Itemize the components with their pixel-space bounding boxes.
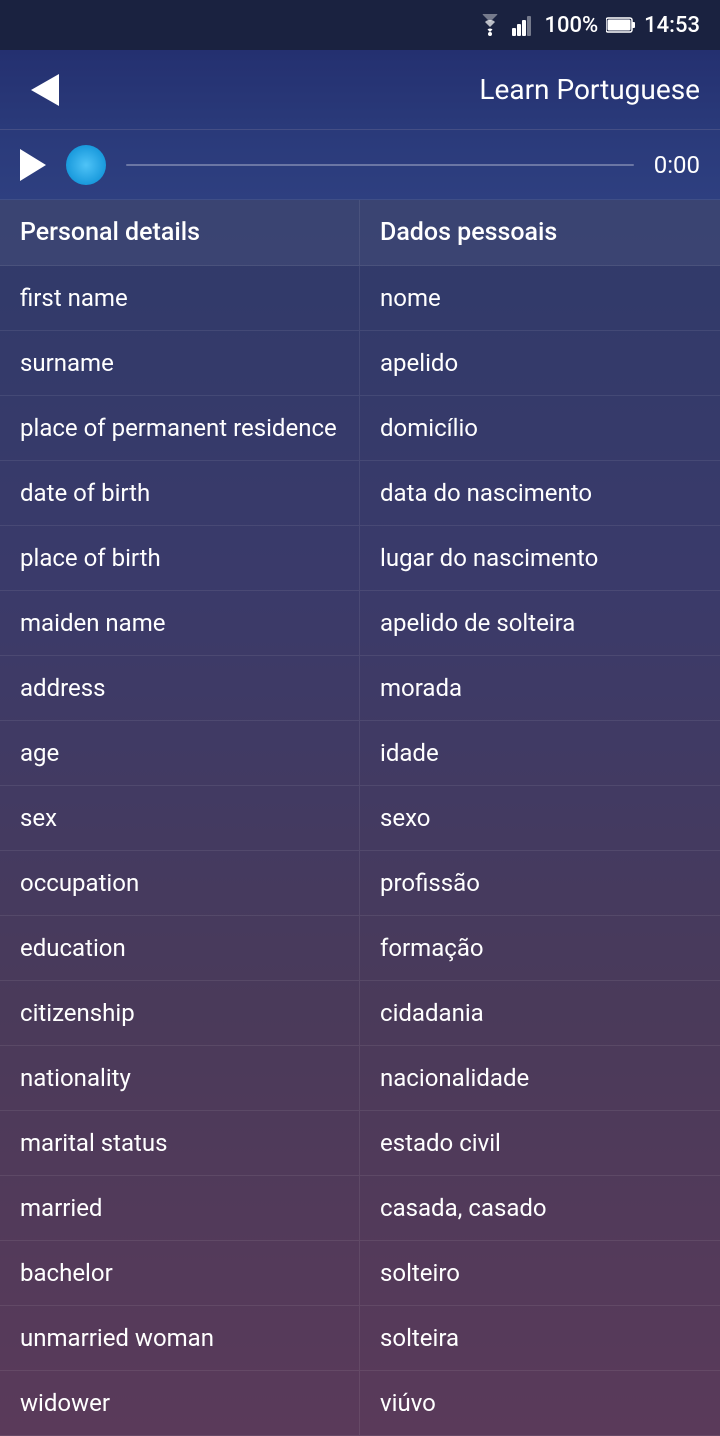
- vocab-row[interactable]: widowerviúvo: [0, 1371, 720, 1436]
- wifi-icon: [476, 14, 504, 36]
- vocab-english: sex: [0, 786, 360, 850]
- vocab-portuguese: lugar do nascimento: [360, 526, 720, 590]
- vocab-english: marital status: [0, 1111, 360, 1175]
- vocab-english: occupation: [0, 851, 360, 915]
- vocab-english: first name: [0, 266, 360, 330]
- vocab-row[interactable]: educationformação: [0, 916, 720, 981]
- audio-time: 0:00: [654, 151, 700, 179]
- vocab-row[interactable]: date of birthdata do nascimento: [0, 461, 720, 526]
- vocab-portuguese: profissão: [360, 851, 720, 915]
- vocab-english: widower: [0, 1371, 360, 1435]
- vocab-row[interactable]: addressmorada: [0, 656, 720, 721]
- vocabulary-list: Personal detailsDados pessoaisfirst name…: [0, 200, 720, 1436]
- vocab-portuguese: morada: [360, 656, 720, 720]
- vocab-portuguese: formação: [360, 916, 720, 980]
- vocab-english: education: [0, 916, 360, 980]
- vocab-portuguese: nacionalidade: [360, 1046, 720, 1110]
- vocab-row[interactable]: citizenshipcidadania: [0, 981, 720, 1046]
- time-text: 14:53: [644, 13, 700, 38]
- battery-icon: [606, 16, 636, 34]
- vocab-portuguese: domicílio: [360, 396, 720, 460]
- vocab-row[interactable]: surnameapelido: [0, 331, 720, 396]
- vocab-english: age: [0, 721, 360, 785]
- vocab-portuguese: viúvo: [360, 1371, 720, 1435]
- vocab-english: maiden name: [0, 591, 360, 655]
- vocab-english: surname: [0, 331, 360, 395]
- vocab-portuguese: sexo: [360, 786, 720, 850]
- status-bar: 100% 14:53: [0, 0, 720, 50]
- audio-scrubber-dot[interactable]: [66, 145, 106, 185]
- vocab-portuguese: casada, casado: [360, 1176, 720, 1240]
- vocab-portuguese: apelido: [360, 331, 720, 395]
- app-header: Learn Portuguese: [0, 50, 720, 130]
- vocab-row[interactable]: Personal detailsDados pessoais: [0, 200, 720, 266]
- back-button[interactable]: [20, 65, 70, 115]
- vocab-portuguese: data do nascimento: [360, 461, 720, 525]
- vocab-row[interactable]: unmarried womansolteira: [0, 1306, 720, 1371]
- vocab-row[interactable]: ageidade: [0, 721, 720, 786]
- vocab-english: unmarried woman: [0, 1306, 360, 1370]
- vocab-portuguese: solteiro: [360, 1241, 720, 1305]
- play-button[interactable]: [20, 149, 46, 181]
- vocab-portuguese: estado civil: [360, 1111, 720, 1175]
- back-arrow-icon: [31, 74, 59, 106]
- signal-icon: [512, 14, 536, 36]
- vocab-portuguese: nome: [360, 266, 720, 330]
- vocab-row[interactable]: sexsexo: [0, 786, 720, 851]
- vocab-english: citizenship: [0, 981, 360, 1045]
- vocab-row[interactable]: maiden nameapelido de solteira: [0, 591, 720, 656]
- vocab-portuguese: apelido de solteira: [360, 591, 720, 655]
- status-icons: 100% 14:53: [476, 13, 700, 38]
- vocab-english: address: [0, 656, 360, 720]
- vocab-english: Personal details: [0, 200, 360, 265]
- vocab-portuguese: idade: [360, 721, 720, 785]
- vocab-row[interactable]: marital statusestado civil: [0, 1111, 720, 1176]
- vocab-row[interactable]: place of birthlugar do nascimento: [0, 526, 720, 591]
- vocab-english: nationality: [0, 1046, 360, 1110]
- audio-progress-bar[interactable]: [126, 164, 634, 166]
- header-title: Learn Portuguese: [70, 73, 700, 106]
- vocab-row[interactable]: occupationprofissão: [0, 851, 720, 916]
- vocab-row[interactable]: marriedcasada, casado: [0, 1176, 720, 1241]
- vocab-row[interactable]: bachelorsolteiro: [0, 1241, 720, 1306]
- vocab-row[interactable]: place of permanent residencedomicílio: [0, 396, 720, 461]
- audio-bar: 0:00: [0, 130, 720, 200]
- vocab-row[interactable]: nationalitynacionalidade: [0, 1046, 720, 1111]
- vocab-english: date of birth: [0, 461, 360, 525]
- vocab-portuguese: cidadania: [360, 981, 720, 1045]
- vocab-english: place of permanent residence: [0, 396, 360, 460]
- vocab-row[interactable]: first namenome: [0, 266, 720, 331]
- vocab-english: bachelor: [0, 1241, 360, 1305]
- vocab-english: married: [0, 1176, 360, 1240]
- vocab-portuguese: Dados pessoais: [360, 200, 720, 265]
- vocab-english: place of birth: [0, 526, 360, 590]
- battery-text: 100%: [544, 13, 598, 38]
- vocab-portuguese: solteira: [360, 1306, 720, 1370]
